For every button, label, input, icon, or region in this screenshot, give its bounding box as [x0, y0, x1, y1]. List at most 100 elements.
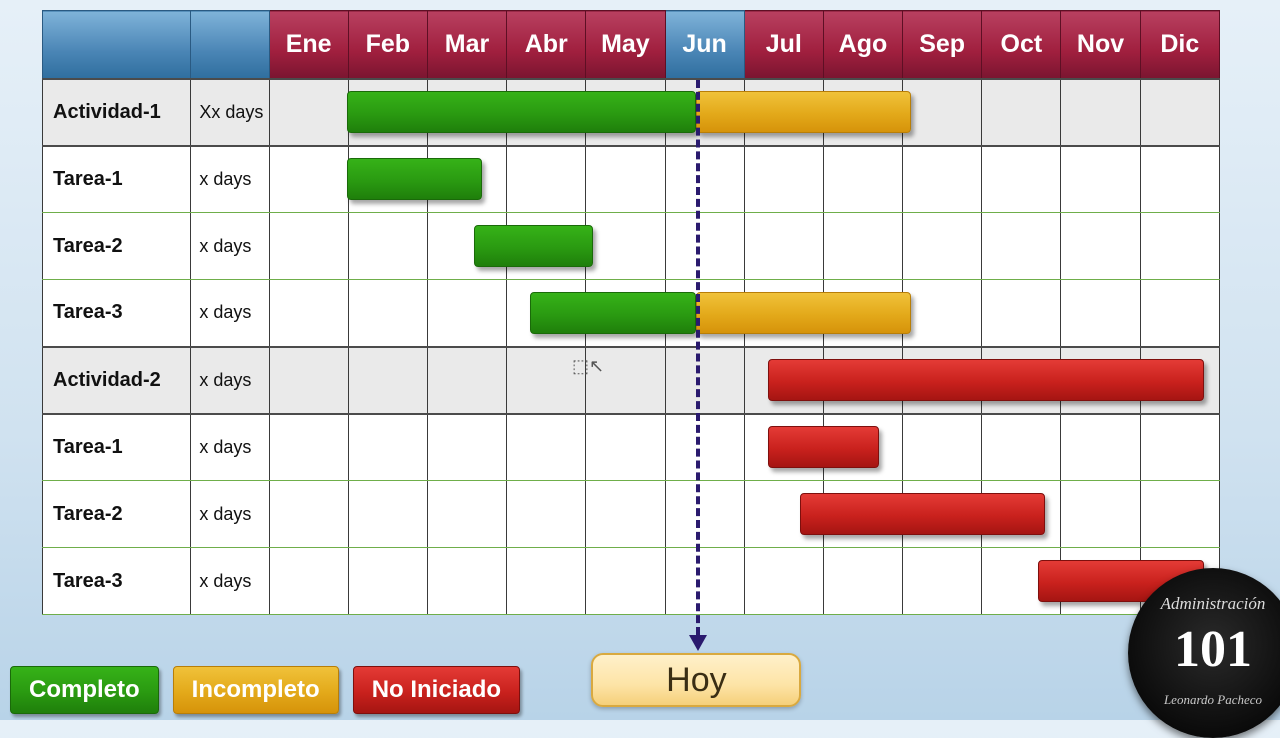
grid-cell [348, 146, 427, 213]
grid-cell [665, 347, 744, 414]
grid-cell [982, 146, 1061, 213]
grid-cell [1061, 481, 1140, 548]
grid-cell [507, 79, 586, 146]
row-duration: x days [191, 213, 269, 280]
row-name: Tarea-1 [43, 414, 191, 481]
grid-cell [427, 548, 506, 615]
grid-cell [982, 79, 1061, 146]
grid-cell [507, 213, 586, 280]
brand-number: 101 [1128, 620, 1280, 679]
task-row: Tarea-1x days [43, 414, 1220, 481]
grid-cell [427, 414, 506, 481]
grid-cell [586, 481, 665, 548]
today-line [696, 80, 700, 635]
grid-cell [269, 481, 348, 548]
grid-cell [903, 347, 982, 414]
row-duration: x days [191, 347, 269, 414]
grid-cell [903, 280, 982, 347]
row-duration: x days [191, 280, 269, 347]
grid-cell [1140, 146, 1219, 213]
grid-cell [348, 280, 427, 347]
grid-cell [665, 414, 744, 481]
grid-cell [269, 347, 348, 414]
grid-cell [507, 548, 586, 615]
grid-cell [744, 213, 823, 280]
grid-cell [348, 213, 427, 280]
grid-cell [348, 347, 427, 414]
grid-cell [269, 414, 348, 481]
grid-cell [665, 213, 744, 280]
month-header-abr: Abr [507, 11, 586, 79]
grid-cell [269, 146, 348, 213]
grid-cell [903, 414, 982, 481]
grid-cell [982, 548, 1061, 615]
grid-cell [823, 347, 902, 414]
brand-arcword: Administración [1128, 594, 1280, 614]
grid-cell [507, 347, 586, 414]
row-name: Actividad-1 [43, 79, 191, 146]
grid-cell [903, 548, 982, 615]
grid-cell [1061, 414, 1140, 481]
legend-incomplete-label: Incompleto [192, 676, 320, 704]
grid-cell [269, 548, 348, 615]
grid-cell [1061, 79, 1140, 146]
grid-cell [1061, 213, 1140, 280]
grid-cell [823, 213, 902, 280]
legend-complete: Completo [10, 666, 159, 714]
month-header-dic: Dic [1140, 11, 1219, 79]
grid-cell [823, 481, 902, 548]
grid-cell [507, 414, 586, 481]
legend-complete-label: Completo [29, 676, 140, 704]
grid-cell [269, 79, 348, 146]
grid-cell [1140, 347, 1219, 414]
task-row: Tarea-2x days [43, 481, 1220, 548]
grid-cell [744, 548, 823, 615]
month-header-ago: Ago [823, 11, 902, 79]
months-header-row: EneFebMarAbrMayJunJulAgoSepOctNovDic [43, 11, 1220, 79]
grid-cell [586, 414, 665, 481]
month-header-jun: Jun [665, 11, 744, 79]
grid-cell [982, 280, 1061, 347]
row-duration: Xx days [191, 79, 269, 146]
month-header-jul: Jul [744, 11, 823, 79]
grid-cell [744, 280, 823, 347]
grid-cell [1140, 213, 1219, 280]
grid-cell [507, 481, 586, 548]
grid-cell [507, 146, 586, 213]
grid-cell [586, 213, 665, 280]
row-duration: x days [191, 481, 269, 548]
row-name: Tarea-2 [43, 481, 191, 548]
row-name: Tarea-3 [43, 548, 191, 615]
grid-cell [823, 414, 902, 481]
grid-cell [903, 79, 982, 146]
activity-row: Actividad-2x days [43, 347, 1220, 414]
grid-cell [903, 146, 982, 213]
header-spacer-duration [191, 11, 269, 79]
today-label-text: Hoy [666, 661, 726, 699]
grid-cell [269, 280, 348, 347]
grid-cell [903, 213, 982, 280]
grid-cell [665, 481, 744, 548]
row-duration: x days [191, 414, 269, 481]
grid-cell [427, 213, 506, 280]
legend-notstarted: No Iniciado [353, 666, 520, 714]
grid-cell [586, 280, 665, 347]
brand-author: Leonardo Pacheco [1128, 692, 1280, 708]
grid-cell [1140, 481, 1219, 548]
task-row: Tarea-3x days [43, 280, 1220, 347]
header-spacer-name [43, 11, 191, 79]
row-duration: x days [191, 146, 269, 213]
grid-cell [269, 213, 348, 280]
task-row: Tarea-1x days [43, 146, 1220, 213]
month-header-ene: Ene [269, 11, 348, 79]
grid-cell [744, 347, 823, 414]
grid-cell [1061, 146, 1140, 213]
today-arrow-icon [689, 635, 707, 651]
grid-cell [823, 146, 902, 213]
grid-cell [348, 548, 427, 615]
grid-cell [982, 213, 1061, 280]
grid-cell [744, 414, 823, 481]
grid-cell [427, 79, 506, 146]
grid-cell [427, 146, 506, 213]
grid-cell [427, 280, 506, 347]
